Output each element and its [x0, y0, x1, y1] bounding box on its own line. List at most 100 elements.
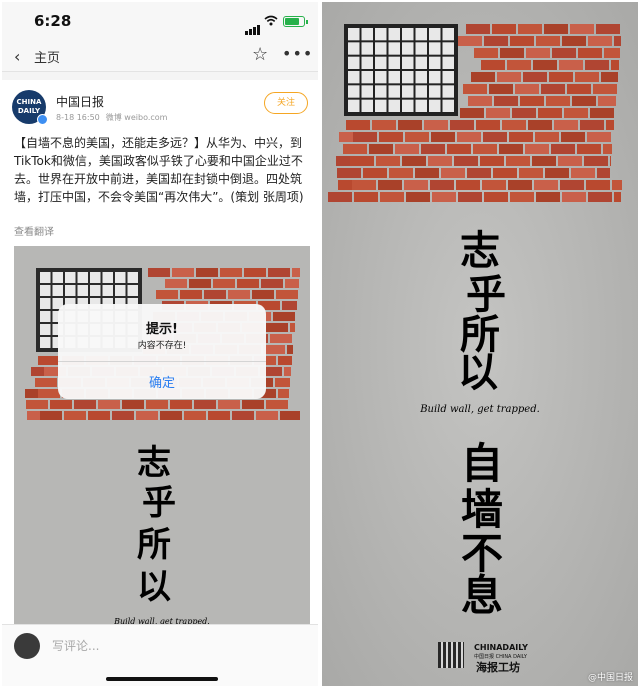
brick	[541, 84, 565, 94]
brick	[562, 36, 586, 46]
brick	[614, 36, 621, 46]
brick	[432, 192, 456, 202]
back-icon[interactable]: ‹	[14, 47, 20, 66]
brick	[428, 156, 452, 166]
window-pane	[375, 56, 387, 69]
brick	[532, 156, 556, 166]
brick	[88, 411, 110, 420]
brick	[510, 36, 534, 46]
status-time: 6:28	[34, 12, 72, 30]
brick	[278, 389, 289, 398]
window-pane	[90, 285, 101, 296]
brick	[196, 268, 218, 277]
brick	[456, 180, 480, 190]
brick	[506, 156, 530, 166]
brick	[38, 356, 60, 365]
brick	[395, 144, 419, 154]
brick	[160, 411, 182, 420]
poster-artwork: 志 乎 所 以 Build wall, get trapped. 自 墙 不 息	[322, 2, 638, 686]
comment-input[interactable]: 写评论...	[52, 637, 99, 654]
brick	[430, 180, 454, 190]
dialog-ok-button[interactable]: 确定	[58, 372, 266, 391]
follow-button[interactable]: 关注	[264, 92, 308, 114]
window-pane	[402, 56, 414, 69]
brick	[284, 367, 291, 376]
brick	[172, 268, 194, 277]
window-pane	[40, 337, 51, 348]
window-pane	[65, 272, 76, 283]
brick	[601, 72, 618, 82]
brick	[458, 36, 482, 46]
brick	[564, 108, 588, 118]
brick	[468, 96, 492, 106]
brick	[424, 120, 448, 130]
window-pane	[361, 85, 373, 98]
poster-calligraphy-6: 墙	[461, 485, 503, 534]
brick	[244, 268, 266, 277]
brick	[486, 108, 510, 118]
brick	[520, 96, 544, 106]
brick	[476, 120, 500, 130]
brick	[165, 279, 187, 288]
brick	[466, 24, 490, 34]
brick	[354, 192, 378, 202]
brick	[492, 24, 516, 34]
post-image-poster: 志 乎 所 以 Build wall, get trapped.	[14, 246, 310, 626]
brick	[353, 132, 377, 142]
brick	[525, 144, 549, 154]
brick	[278, 356, 292, 365]
window-pane	[375, 85, 387, 98]
brick	[567, 84, 591, 94]
brick	[376, 156, 400, 166]
window-pane	[388, 71, 400, 84]
brick	[552, 48, 576, 58]
brick	[471, 72, 495, 82]
post-image[interactable]: 志 乎 所 以 Build wall, get trapped.	[14, 246, 310, 626]
brick	[263, 345, 285, 354]
window-pane	[40, 298, 51, 309]
brick	[228, 290, 250, 299]
translate-link[interactable]: 查看翻译	[14, 223, 54, 238]
window-pane	[429, 56, 441, 69]
brick	[494, 96, 518, 106]
brick	[170, 400, 192, 409]
username[interactable]: 中国日报	[56, 93, 104, 110]
more-icon[interactable]: •••	[282, 44, 313, 63]
poster-calligraphy-5: 自	[461, 439, 503, 488]
window-pane	[52, 285, 63, 296]
brick	[112, 411, 134, 420]
window-pane	[348, 28, 360, 41]
alert-dialog: 提示! 内容不存在! 确定	[58, 304, 266, 399]
window-pane	[388, 42, 400, 55]
brick	[508, 180, 532, 190]
star-icon[interactable]: ☆	[252, 44, 268, 65]
brick	[290, 323, 295, 332]
brick	[590, 108, 614, 118]
window-pane	[402, 71, 414, 84]
brick	[549, 72, 573, 82]
brick	[64, 411, 86, 420]
brick	[50, 400, 72, 409]
post-calligraphy-3: 所	[137, 525, 171, 565]
dialog-title: 提示!	[146, 322, 178, 337]
brick	[570, 24, 594, 34]
brick	[363, 168, 387, 178]
window-pane	[415, 85, 427, 98]
window-pane	[415, 56, 427, 69]
window-pane	[442, 28, 454, 41]
brick	[473, 144, 497, 154]
brick	[454, 156, 478, 166]
window-pane	[415, 42, 427, 55]
window-pane	[402, 85, 414, 98]
brick	[280, 411, 300, 420]
brick	[184, 411, 206, 420]
back-label[interactable]: 主页	[34, 47, 60, 66]
brick	[268, 268, 290, 277]
brick	[603, 144, 612, 154]
brand-logo: CHINADAILY	[474, 643, 528, 652]
brick	[585, 60, 609, 70]
brick	[480, 156, 504, 166]
window-pane	[348, 85, 360, 98]
brick	[559, 60, 583, 70]
window-pane	[127, 285, 138, 296]
